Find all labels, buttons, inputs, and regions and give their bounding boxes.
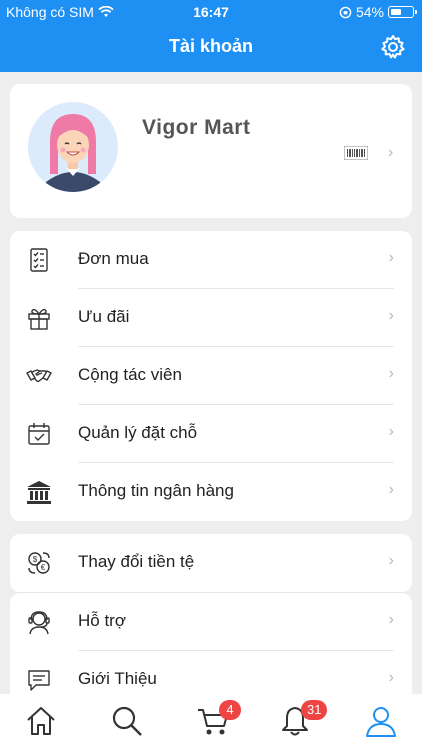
menu-item-support[interactable]: Hỗ trợ › bbox=[10, 593, 412, 651]
menu-item-label: Hỗ trợ bbox=[78, 611, 126, 630]
menu-item-label: Ưu đãi bbox=[78, 307, 130, 326]
battery-fill bbox=[390, 8, 402, 15]
settings-gear-icon[interactable] bbox=[380, 34, 406, 60]
menu-item-deals[interactable]: Ưu đãi › bbox=[10, 289, 412, 347]
handshake-icon bbox=[26, 369, 52, 383]
chevron-right-icon: › bbox=[388, 611, 394, 628]
svg-text:€: € bbox=[41, 563, 46, 572]
avatar bbox=[28, 102, 118, 192]
status-bar: Không có SIM 16:47 54% bbox=[0, 0, 422, 24]
battery-icon bbox=[388, 6, 417, 18]
bottom-tab-bar: 4 31 bbox=[0, 694, 422, 750]
menu-group-help: Hỗ trợ › Giới Thiệu › bbox=[10, 592, 412, 708]
chevron-right-icon: › bbox=[388, 365, 394, 382]
menu-item-label: Thông tin ngân hàng bbox=[78, 481, 234, 500]
bank-icon bbox=[27, 481, 51, 504]
avatar-illustration bbox=[28, 102, 118, 192]
chevron-right-icon: › bbox=[388, 307, 394, 324]
support-agent-icon bbox=[28, 611, 50, 635]
profile-card[interactable]: Vigor Mart › bbox=[10, 84, 412, 218]
app-header: Không có SIM 16:47 54% Tài khoản bbox=[0, 0, 422, 72]
menu-item-bank-info[interactable]: Thông tin ngân hàng › bbox=[10, 463, 412, 521]
chevron-right-icon: › bbox=[388, 481, 394, 498]
status-right: 54% bbox=[339, 4, 417, 20]
currency-exchange-icon: $ € bbox=[28, 552, 50, 574]
menu-item-label: Đơn mua bbox=[78, 249, 149, 268]
menu-item-label: Giới Thiệu bbox=[78, 669, 157, 688]
home-icon[interactable] bbox=[24, 704, 58, 738]
menu-item-currency[interactable]: $ € Thay đổi tiền tệ › bbox=[10, 534, 412, 592]
menu-group-account: Đơn mua › Ưu đãi › Cộng tác viên › Quản … bbox=[10, 231, 412, 521]
menu-group-currency: $ € Thay đổi tiền tệ › bbox=[10, 534, 412, 592]
orientation-lock-icon bbox=[339, 6, 352, 18]
chevron-right-icon: › bbox=[388, 552, 394, 569]
profile-chevron-icon: › bbox=[388, 144, 394, 161]
cart-badge: 4 bbox=[219, 700, 241, 720]
chevron-right-icon: › bbox=[388, 249, 394, 266]
page-title: Tài khoản bbox=[168, 36, 253, 56]
chevron-right-icon: › bbox=[388, 669, 394, 686]
order-list-icon bbox=[30, 248, 48, 272]
barcode-icon[interactable] bbox=[344, 146, 368, 160]
user-icon[interactable] bbox=[364, 704, 398, 738]
menu-item-label: Thay đổi tiền tệ bbox=[78, 552, 195, 571]
battery-percent: 54% bbox=[355, 4, 384, 20]
chevron-right-icon: › bbox=[388, 423, 394, 440]
calendar-icon bbox=[28, 423, 50, 445]
svg-text:$: $ bbox=[33, 555, 38, 564]
menu-item-bookings[interactable]: Quản lý đặt chỗ › bbox=[10, 405, 412, 463]
profile-name: Vigor Mart bbox=[142, 116, 251, 139]
notifications-badge: 31 bbox=[301, 700, 328, 720]
menu-item-affiliates[interactable]: Cộng tác viên › bbox=[10, 347, 412, 405]
menu-item-orders[interactable]: Đơn mua › bbox=[10, 231, 412, 289]
info-message-icon bbox=[28, 670, 50, 691]
menu-item-label: Cộng tác viên bbox=[78, 365, 182, 384]
gift-icon bbox=[28, 308, 50, 330]
search-icon[interactable] bbox=[110, 704, 144, 738]
menu-item-label: Quản lý đặt chỗ bbox=[78, 423, 198, 442]
